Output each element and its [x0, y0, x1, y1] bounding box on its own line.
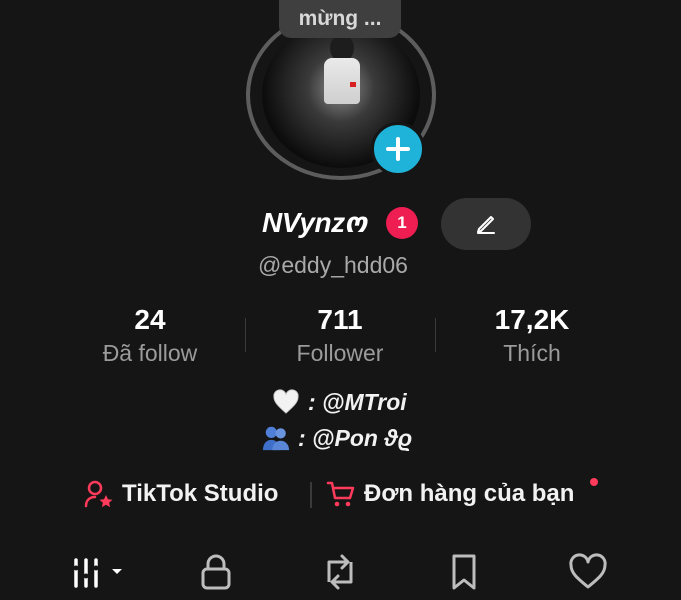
bio-line-1-text: : @MTroi — [308, 388, 407, 415]
bio-line-1: : @MTroi — [272, 388, 407, 416]
people-hugging-icon — [262, 424, 290, 452]
pencil-icon — [477, 216, 495, 234]
display-name: NVynzო — [262, 207, 367, 238]
notification-badge[interactable]: 1 — [386, 207, 418, 239]
tab-favorites[interactable] — [434, 550, 494, 594]
likes-count: 17,2K — [494, 304, 570, 335]
edit-profile-button[interactable] — [441, 198, 531, 250]
stat-likes[interactable]: 17,2K Thích — [432, 306, 632, 367]
username: @eddy_hdd06 — [258, 252, 408, 278]
following-count: 24 — [134, 304, 166, 335]
following-label: Đã follow — [102, 340, 198, 366]
likes-label: Thích — [503, 340, 561, 366]
lock-icon — [201, 554, 231, 590]
tab-videos[interactable] — [68, 550, 128, 594]
note-text: mừng ... — [298, 7, 382, 30]
person-star-icon — [84, 480, 113, 508]
grid-bars-icon — [73, 558, 122, 588]
tiktok-studio-label: TikTok Studio — [122, 480, 279, 507]
repost-icon — [327, 554, 353, 590]
notification-count: 1 — [397, 213, 407, 232]
stat-following[interactable]: 24 Đã follow — [50, 306, 250, 367]
add-story-button[interactable] — [371, 122, 425, 176]
plus-icon — [386, 137, 410, 161]
bio-line-2: : @Pon ϑϱ — [262, 424, 412, 452]
cart-icon — [326, 481, 355, 507]
shortcut-separator — [310, 482, 312, 508]
note-bubble[interactable]: mừng ... — [279, 0, 401, 38]
bio-line-2-text: : @Pon ϑϱ — [298, 424, 413, 451]
tab-private[interactable] — [186, 550, 246, 594]
stat-followers[interactable]: 711 Follower — [240, 306, 440, 367]
tiktok-studio-link[interactable]: TikTok Studio — [84, 480, 278, 508]
bookmark-icon — [452, 554, 476, 590]
heart-icon — [569, 553, 607, 589]
avatar-flag-shape — [350, 82, 356, 87]
followers-count: 711 — [317, 304, 363, 335]
orders-notification-dot — [590, 478, 598, 486]
orders-link[interactable]: Đơn hàng của bạn — [326, 480, 574, 508]
white-heart-icon — [272, 388, 300, 416]
avatar-figure-shape — [324, 58, 360, 104]
followers-label: Follower — [296, 340, 384, 366]
orders-label: Đơn hàng của bạn — [364, 480, 575, 507]
tab-liked[interactable] — [558, 550, 618, 594]
tab-reposts[interactable] — [310, 550, 370, 594]
